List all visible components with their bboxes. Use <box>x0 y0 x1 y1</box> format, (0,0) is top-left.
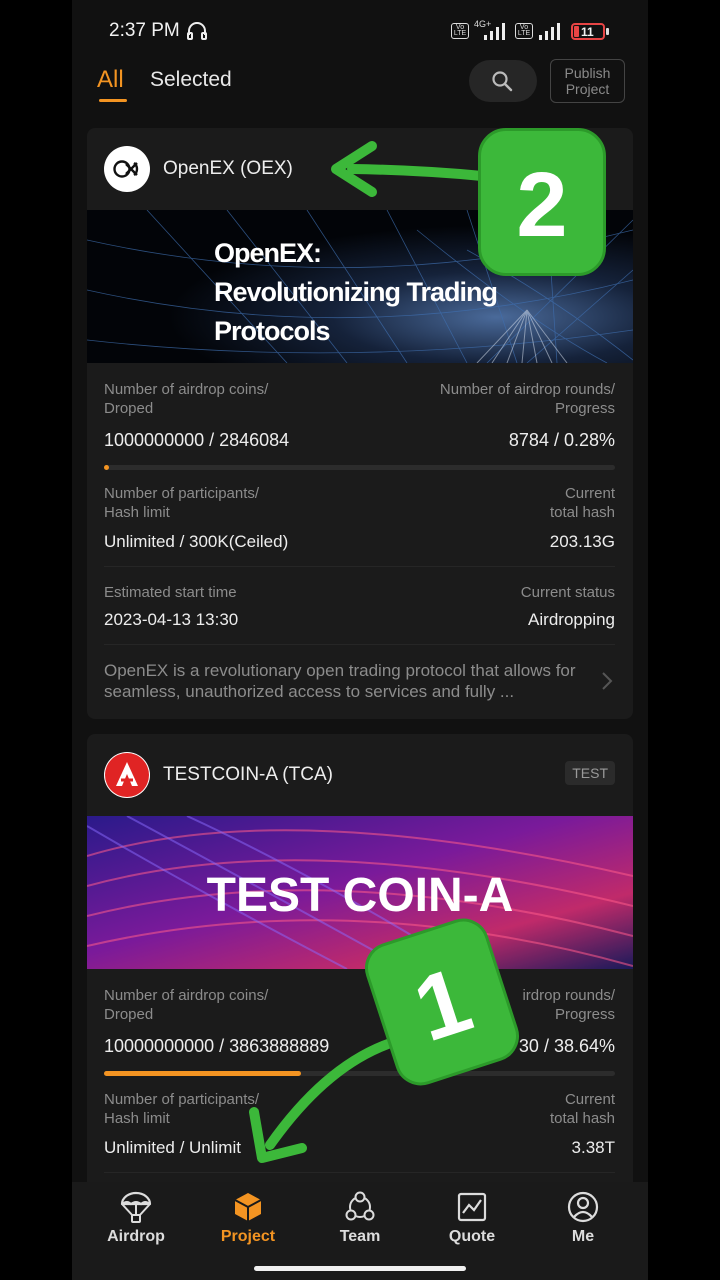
banner-title: TEST COIN-A <box>207 869 514 922</box>
tab-all[interactable]: All <box>97 66 124 94</box>
testcoin-logo <box>104 752 150 798</box>
project-card-testcoin[interactable]: TESTCOIN-A (TCA) TEST TEST COIN-A Number… <box>87 734 633 1204</box>
step-2-badge: 2 <box>478 128 606 276</box>
participants-label: Number of participants/Hash limit <box>104 485 260 521</box>
publish-project-button[interactable]: Publish Project <box>550 59 625 103</box>
coins-label: Number of airdrop coins/Droped <box>104 381 269 417</box>
coins-value: 10000000000 / 3863888889 <box>104 1036 330 1056</box>
status-time: 2:37 PM <box>109 20 180 41</box>
airdrop-progress-bar <box>104 1071 615 1076</box>
tab-active-indicator <box>99 99 127 102</box>
project-name[interactable]: OpenEX (OEX) <box>163 158 293 180</box>
tab-selected[interactable]: Selected <box>150 68 232 92</box>
project-description[interactable]: OpenEX is a revolutionary open trading p… <box>104 660 584 702</box>
chevron-right-icon[interactable] <box>601 671 613 691</box>
banner-line-1: OpenEX: <box>214 238 321 268</box>
banner-line-2: Revolutionizing Trading <box>214 277 497 307</box>
rounds-value: 30 / 38.64% <box>518 1036 615 1056</box>
hash-label: Current total hash <box>549 485 615 521</box>
volte-icon: Vo LTE <box>451 23 469 39</box>
coins-value: 1000000000 / 2846084 <box>104 430 290 450</box>
search-button[interactable] <box>469 60 537 102</box>
divider <box>104 644 615 645</box>
team-icon <box>345 1191 375 1221</box>
status-bar: 2:37 PM Vo LTE 4G+ Vo LTE 11 <box>72 0 648 62</box>
hash-label: Current total hash <box>549 1091 615 1127</box>
parachute-icon <box>120 1191 152 1223</box>
coins-label: Number of airdrop coins/Droped <box>104 987 269 1023</box>
chart-icon <box>457 1192 487 1222</box>
battery-icon: 11 <box>571 23 605 40</box>
start-time-label: Estimated start time <box>104 584 237 601</box>
nav-airdrop[interactable]: Airdrop <box>86 1190 186 1260</box>
participants-value: Unlimited / Unlimit <box>104 1138 241 1157</box>
banner-line-3: Protocols <box>214 316 330 346</box>
nav-team[interactable]: Team <box>310 1190 410 1260</box>
search-icon <box>492 71 513 92</box>
headphones-icon <box>187 22 207 40</box>
test-badge: TEST <box>565 761 615 785</box>
divider <box>104 1172 615 1173</box>
hash-value: 203.13G <box>549 532 615 551</box>
project-name[interactable]: TESTCOIN-A (TCA) <box>163 764 333 786</box>
start-time-value: 2023-04-13 13:30 <box>104 610 239 629</box>
openex-logo <box>104 146 150 192</box>
hash-value: 3.38T <box>571 1138 615 1157</box>
rounds-value: 8784 / 0.28% <box>508 430 615 450</box>
participants-label: Number of participants/Hash limit <box>104 1091 260 1127</box>
status-value: Airdropping <box>528 610 615 629</box>
rounds-label: irdrop rounds/Progress <box>522 987 615 1023</box>
profile-icon <box>567 1191 599 1223</box>
nav-me[interactable]: Me <box>533 1190 633 1260</box>
status-label: Current status <box>520 584 615 601</box>
rounds-label: Number of airdrop rounds/Progress <box>439 381 615 417</box>
project-banner: TEST COIN-A <box>87 816 633 969</box>
battery-tip <box>606 28 609 35</box>
nav-project[interactable]: Project <box>198 1190 298 1260</box>
participants-value: Unlimited / 300K(Ceiled) <box>104 532 289 551</box>
nav-quote[interactable]: Quote <box>422 1190 522 1260</box>
airdrop-progress-bar <box>104 465 615 470</box>
home-indicator[interactable] <box>254 1266 466 1271</box>
signal-icon <box>484 23 505 40</box>
signal-icon-2 <box>539 23 560 40</box>
divider <box>104 566 615 567</box>
cube-icon <box>234 1193 262 1221</box>
volte-icon-2: Vo LTE <box>515 23 533 39</box>
